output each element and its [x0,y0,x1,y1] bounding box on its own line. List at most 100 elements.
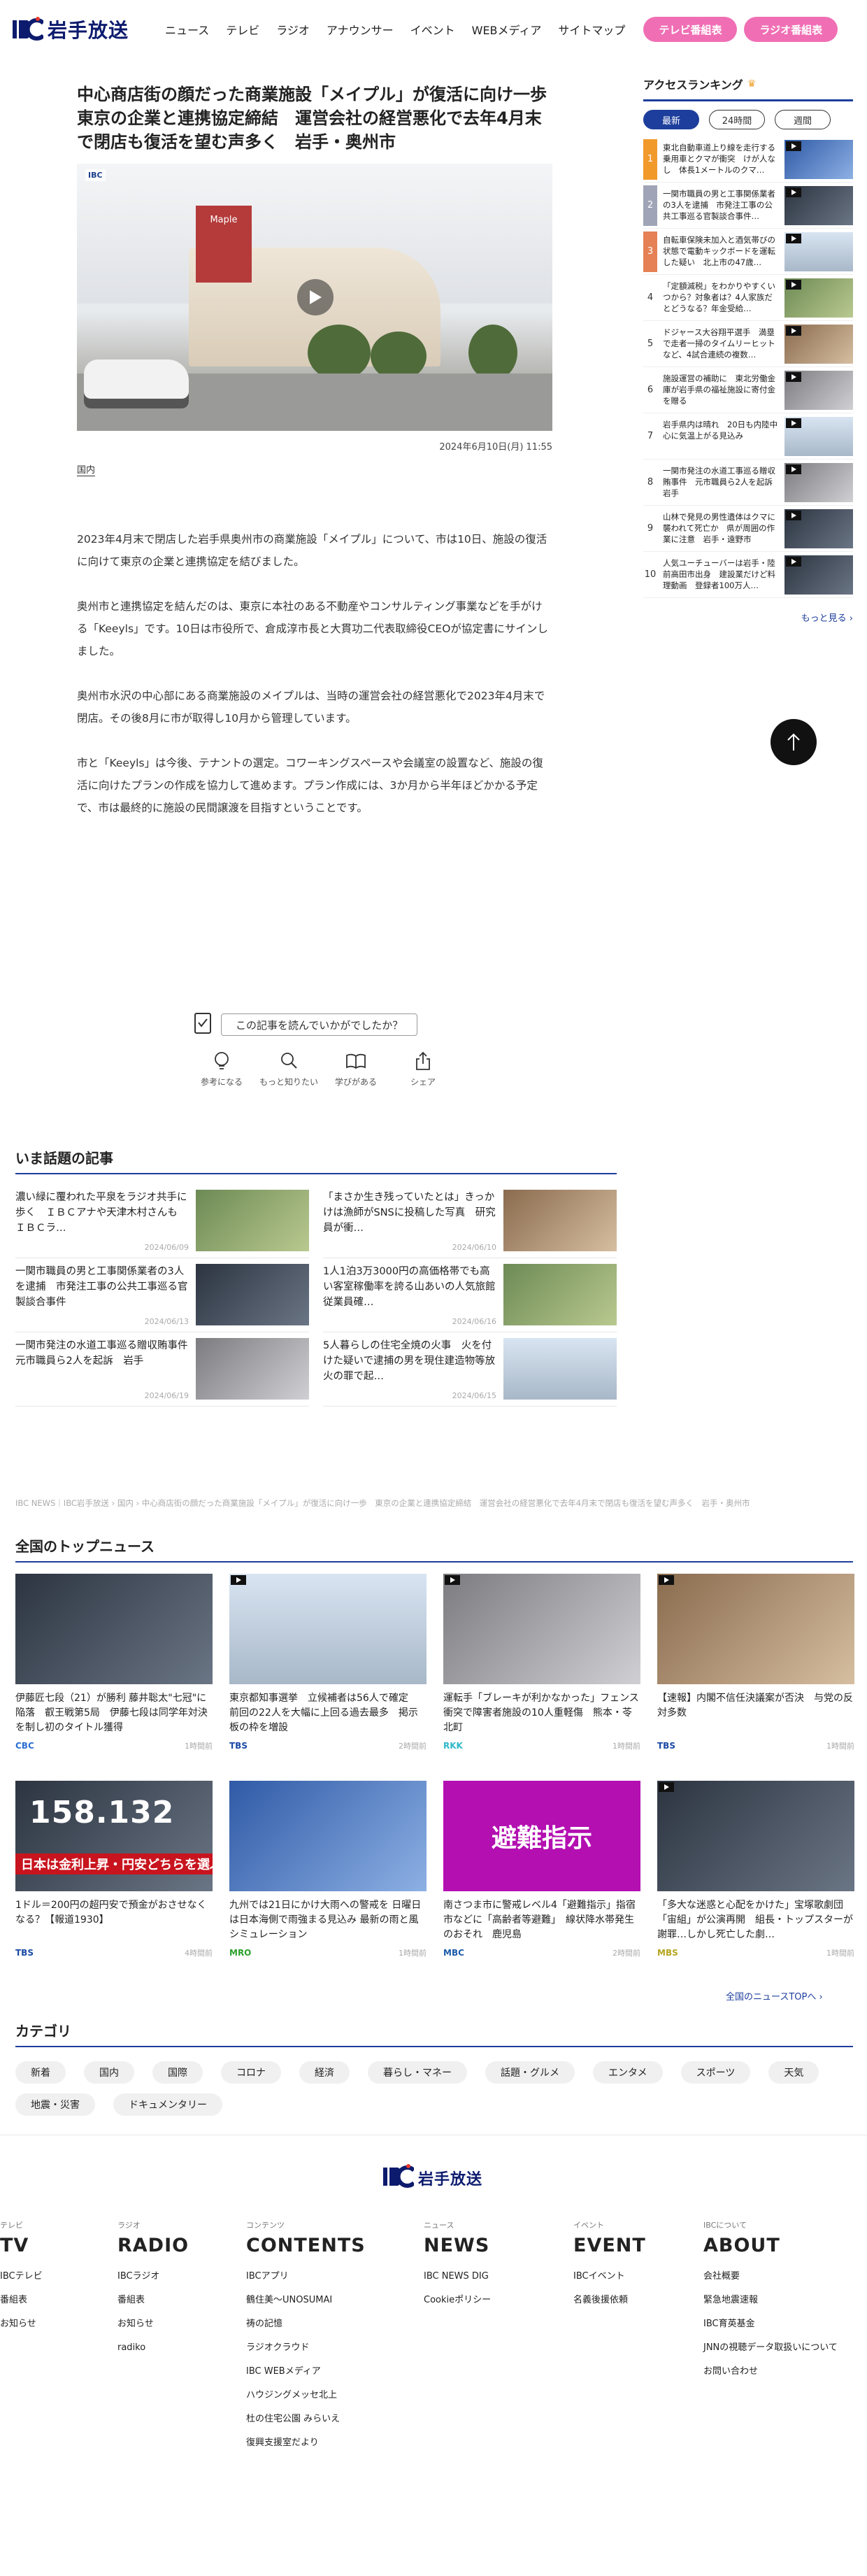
article-category-link[interactable]: 国内 [77,462,96,476]
video-badge-icon [786,418,801,428]
nav-announcer[interactable]: アナウンサー [318,21,402,38]
footer-link[interactable]: ラジオクラウド [246,2336,424,2360]
reaction-bar: 参考になる もっと知りたい 学びがある シェア [196,1051,449,1088]
footer-link[interactable]: JNNの視聴データ取扱いについて [703,2336,838,2360]
video-play-button[interactable] [297,279,334,315]
footer-link[interactable]: お知らせ [117,2312,246,2336]
tab-latest[interactable]: 最新 [643,110,699,129]
rank-number: 8 [647,477,654,488]
nav-event[interactable]: イベント [402,21,464,38]
nav-tv[interactable]: テレビ [217,21,268,38]
footer-link[interactable]: IBC育英基金 [703,2312,831,2336]
trending-item[interactable]: 濃い緑に覆われた平泉をラジオ共手に歩く ＩＢＣアナや天津木村さんも ＩＢＣラ… 2… [15,1184,309,1258]
topnews-item[interactable]: 「多大な迷惑と心配をかけた」宝塚歌劇団「宙組」が公演再開 組長・トップスターが謝… [657,1781,854,1972]
nav-sitemap[interactable]: サイトマップ [550,21,633,38]
category-chip[interactable]: 地震・災害 [15,2093,95,2116]
category-chip[interactable]: 国際 [152,2061,203,2084]
footer-link[interactable]: IBC WEBメディア [246,2360,424,2384]
footer-link[interactable]: IBCテレビ [0,2265,117,2289]
article-video[interactable]: Maple IBC [77,164,552,431]
footer-link[interactable]: radiko [117,2336,246,2360]
category-chip[interactable]: 暮らし・マネー [368,2061,467,2084]
footer-link[interactable]: 鶴住美〜UNOSUMAI [246,2289,424,2312]
breadcrumb[interactable]: IBC NEWS｜IBC岩手放送 › 国内 › 中心商店街の顔だった商業施設「メ… [15,1497,854,1509]
national-top-news: 全国のトップニュース 伊藤匠七段（21）が勝利 藤井聡太"七冠"に陥落 叡王戦第… [15,1535,854,1972]
footer-link[interactable]: 番組表 [117,2289,246,2312]
footer-logo[interactable]: 岩手放送 [383,2163,482,2193]
category-chip[interactable]: 天気 [768,2061,819,2084]
reaction-helpful[interactable]: 参考になる [196,1051,248,1088]
tv-schedule-button[interactable]: テレビ番組表 [643,17,738,42]
trending-item[interactable]: 「まさか生き残っていたとは」きっかけは漁師がSNSに投稿した写真 研究員が衝… 2… [323,1184,617,1258]
trending-thumbnail [503,1338,617,1400]
ranking-item[interactable]: 1 東北自動車道上り線を走行する乗用車とクマが衝突 けが人なし 体長1メートルの… [643,136,853,183]
topnews-item[interactable]: 東京都知事選挙 立候補者は56人で確定 前回の22人を大幅に上回る過去最多 掲示… [229,1574,427,1765]
ranking-item[interactable]: 4 「定額減税」をわかりやすくいつから？対象者は？4人家族だとどうなる？年金受給… [643,275,853,321]
footer-link[interactable]: IBCアプリ [246,2265,424,2289]
footer-link[interactable]: お問い合わせ [703,2360,831,2384]
footer-link[interactable]: 会社概要 [703,2265,831,2289]
book-icon [346,1053,366,1069]
rank-title: 岩手県内は晴れ 20日も内陸中心に気温上がる見込み [663,419,778,441]
footer-link[interactable]: Cookieポリシー [424,2289,573,2312]
footer-link[interactable]: お知らせ [0,2312,117,2336]
category-chip[interactable]: ドキュメンタリー [113,2093,222,2116]
trending-item[interactable]: 1人1泊3万3000円の高価格帯でも高い客室稼働率を誇る山あいの人気旅館 従業員… [323,1258,617,1332]
ranking-item[interactable]: 7 岩手県内は晴れ 20日も内陸中心に気温上がる見込み [643,413,853,460]
footer-link[interactable]: ハウジングメッセ北上 [246,2384,424,2407]
site-header: 岩手放送 ニュース テレビ ラジオ アナウンサー イベント WEBメディア サイ… [0,0,867,59]
nav-radio[interactable]: ラジオ [268,21,318,38]
ranking-item[interactable]: 9 山林で発見の男性遺体はクマに襲われて死亡か 県が周囲の作業に注意 岩手・遠野… [643,506,853,552]
topnews-source: CBC [15,1741,34,1751]
topnews-time: 1時間前 [826,1742,854,1751]
ranking-item[interactable]: 3 自転車保険未加入と酒気帯びの状態で電動キックボードを運転した疑い 北上市の4… [643,229,853,275]
topnews-item[interactable]: 158.132 日本は金利上昇・円安どちらを選ぶのか 1ドル＝200円の超円安で… [15,1781,213,1972]
category-chip[interactable]: 話題・グルメ [485,2061,575,2084]
topnews-more-link[interactable]: 全国のニュースTOPへ › [726,1989,823,2002]
ranking-tabs: 最新 24時間 週間 [643,110,853,129]
footer-link[interactable]: IBCイベント [573,2265,703,2289]
tab-weekly[interactable]: 週間 [775,110,831,129]
radio-schedule-button[interactable]: ラジオ番組表 [744,17,838,42]
ranking-list: 1 東北自動車道上り線を走行する乗用車とクマが衝突 けが人なし 体長1メートルの… [643,136,853,598]
reaction-want-more[interactable]: もっと知りたい [259,1051,318,1088]
footer-logo-text: 岩手放送 [418,2171,483,2189]
footer-link[interactable]: IBC NEWS DIG [424,2265,573,2289]
footer-link[interactable]: 番組表 [0,2289,117,2312]
topnews-item[interactable]: 九州では21日にかけ大雨への警戒を 日曜日は日本海側で雨強まる見込み 最新の雨と… [229,1781,427,1972]
footer-link[interactable]: 緊急地震速報 [703,2289,831,2312]
footer-link[interactable]: 名義後援依頼 [573,2289,703,2312]
ranking-more-link[interactable]: もっと見る › [643,611,853,624]
trending-item[interactable]: 一関市発注の水道工事巡る贈収賄事件 元市職員ら2人を起訴 岩手 2024/06/1… [15,1332,309,1407]
reaction-share[interactable]: シェア [397,1051,449,1088]
footer-link[interactable]: 復興支援室だより [246,2431,424,2455]
category-chip[interactable]: 経済 [299,2061,350,2084]
trending-item[interactable]: 一関市職員の男と工事関係業者の3人を逮捕 市発注工事の公共工事巡る官製談合事件 2… [15,1258,309,1332]
topnews-item[interactable]: 運転手「ブレーキが利かなかった」フェンス衝突で障害者施設の10人重軽傷 熊本・苓… [443,1574,640,1765]
topnews-item[interactable]: 伊藤匠七段（21）が勝利 藤井聡太"七冠"に陥落 叡王戦第5局 伊藤七段は同学年… [15,1574,213,1765]
topnews-thumbnail [229,1781,427,1891]
category-chip[interactable]: 新着 [15,2061,66,2084]
ranking-item[interactable]: 6 施設運営の補助に 東北労働金庫が岩手県の福祉施設に寄付金を贈る [643,367,853,413]
reaction-learned[interactable]: 学びがある [330,1051,382,1088]
ranking-item[interactable]: 2 一関市職員の男と工事関係業者の3人を逮捕 市発注工事の公共工事巡る官製談合事… [643,183,853,229]
trending-item[interactable]: 5人暮らしの住宅全焼の火事 火を付けた疑いで逮捕の男を現住建造物等放火の罪で起…… [323,1332,617,1407]
footer-link[interactable]: 杜の住宅公園 みらいえ [246,2407,424,2431]
back-to-top-button[interactable] [771,719,817,765]
trending-grid: 濃い緑に覆われた平泉をラジオ共手に歩く ＩＢＣアナや天津木村さんも ＩＢＣラ… 2… [15,1184,617,1407]
category-chip[interactable]: 国内 [84,2061,134,2084]
site-logo[interactable]: 岩手放送 [13,15,129,43]
category-chip[interactable]: スポーツ [680,2061,751,2084]
ranking-item[interactable]: 8 一関市発注の水道工事巡る贈収賄事件 元市職員ら2人を起訴 岩手 [643,460,853,506]
topnews-item[interactable]: 【速報】内閣不信任決議案が否決 与党の反対多数 TBS 1時間前 [657,1574,854,1765]
nav-news[interactable]: ニュース [157,21,217,38]
footer-link[interactable]: 祷の記憶 [246,2312,424,2336]
nav-web-media[interactable]: WEBメディア [464,21,550,38]
footer-link[interactable]: IBCラジオ [117,2265,246,2289]
category-chip[interactable]: エンタメ [593,2061,663,2084]
category-chip[interactable]: コロナ [221,2061,281,2084]
ranking-item[interactable]: 5 ドジャース大谷翔平選手 満塁で走者一掃のタイムリーヒットなど、4試合連続の複… [643,321,853,367]
ranking-item[interactable]: 10 人気ユーチューバーは岩手・陸前高田市出身 建設業だけど料理動画 登録者10… [643,552,853,598]
topnews-item[interactable]: 避難指示 南さつま市に警戒レベル4「避難指示」指宿市などに「高齢者等避難」 線状… [443,1781,640,1972]
tab-24h[interactable]: 24時間 [709,110,765,129]
